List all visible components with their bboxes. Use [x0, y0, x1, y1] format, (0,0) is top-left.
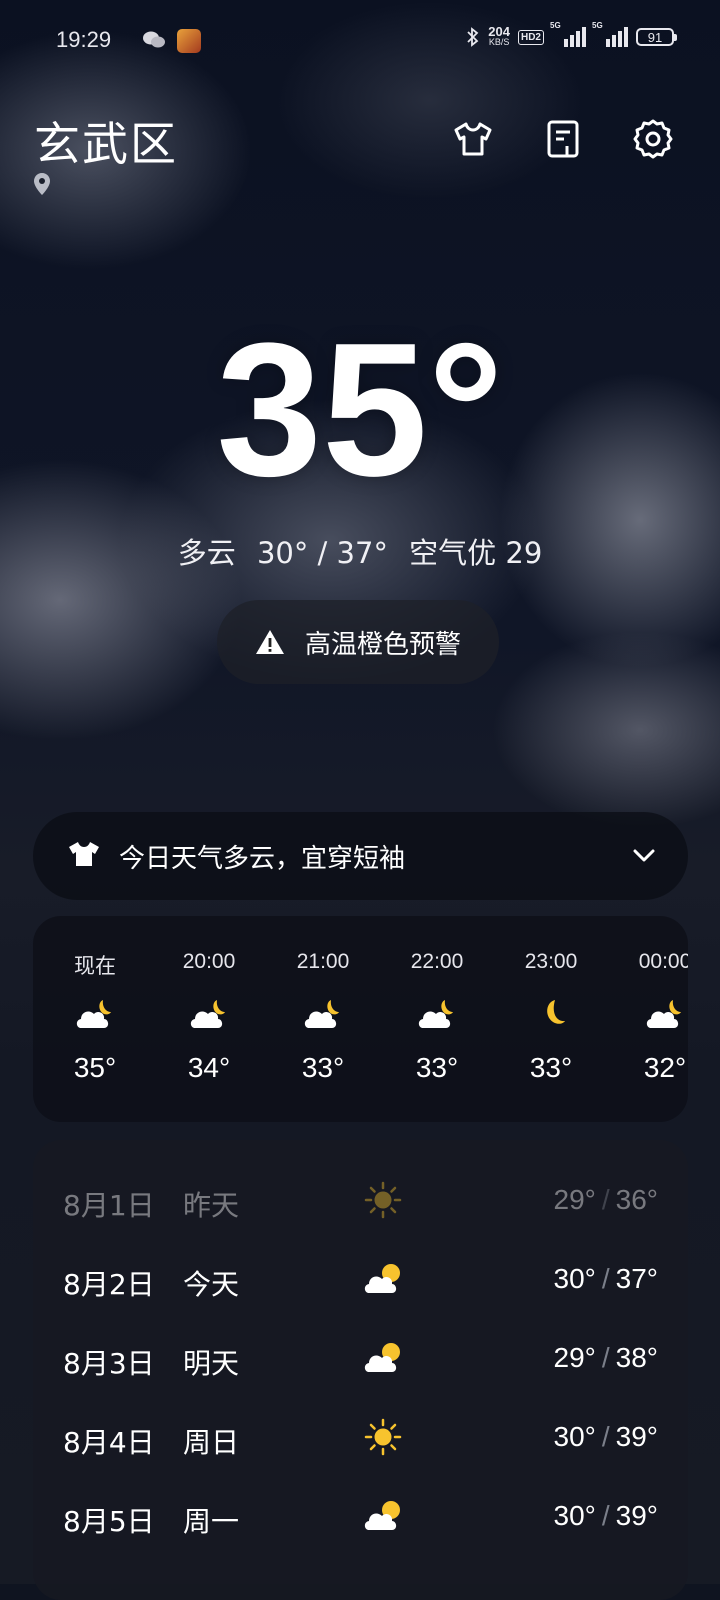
header-actions [452, 118, 674, 160]
partly-cloudy-night-icon [73, 994, 117, 1034]
hour-temp: 32° [643, 1052, 687, 1083]
sun-icon [361, 1180, 405, 1220]
day-name: 周日 [183, 1426, 240, 1459]
partly-cloudy-icon [361, 1496, 405, 1536]
weather-alert-button[interactable]: 高温橙色预警 [217, 600, 499, 684]
hour-temp: 34° [187, 1052, 231, 1083]
partly-cloudy-night-icon [415, 994, 459, 1034]
partly-cloudy-night-icon [643, 994, 687, 1034]
status-time: 19:29 [56, 27, 112, 52]
warning-icon [255, 630, 284, 654]
partly-cloudy-icon [361, 1259, 405, 1299]
temp-range-text: 30° / 37° [256, 536, 388, 570]
day-high: 37° [615, 1263, 658, 1294]
daily-row[interactable]: 8月5日 周一 30°/39° [33, 1476, 688, 1556]
hour-temp: 33° [301, 1052, 345, 1083]
day-low: 30° [553, 1421, 596, 1452]
hour-time: 22:00 [410, 950, 464, 973]
daily-forecast[interactable]: 8月1日 昨天 29°/36° 8月2日 今天 30°/37° 8月3日 明天 29°/38° 8… [33, 1140, 688, 1600]
condition-text: 多云 [177, 536, 236, 570]
sun-icon [361, 1417, 405, 1457]
chevron-down-icon[interactable] [630, 841, 658, 869]
partly-cloudy-icon [361, 1338, 405, 1378]
daily-row[interactable]: 8月4日 周日 30°/39° [33, 1397, 688, 1477]
day-temp-range: 30°/39° [554, 1421, 658, 1453]
range-separator: / [601, 1184, 610, 1215]
hd-voice-badge: HD2 [517, 29, 544, 45]
day-low: 29° [553, 1184, 596, 1215]
partly-cloudy-night-icon [301, 994, 345, 1034]
hour-time: 00:00 [638, 950, 688, 973]
day-name: 今天 [183, 1268, 240, 1301]
current-temperature: 35° [216, 304, 504, 516]
daily-row[interactable]: 8月1日 昨天 29°/36° [33, 1160, 688, 1240]
bluetooth-icon [467, 27, 479, 47]
network-speed: 204 KB/S [488, 24, 510, 47]
day-date: 8月4日 [63, 1426, 155, 1459]
hour-time: 21:00 [296, 950, 350, 973]
range-separator: / [601, 1421, 610, 1452]
day-low: 30° [553, 1263, 596, 1294]
signal-5g-icon-2: 5G [592, 21, 628, 47]
hour-time: 23:00 [524, 950, 578, 973]
day-high: 39° [615, 1500, 658, 1531]
shirt-icon[interactable] [452, 118, 494, 160]
daily-row[interactable]: 8月3日 明天 29°/38° [33, 1318, 688, 1398]
status-indicators: 204 KB/S HD2 5G 5G 91 [466, 21, 677, 48]
battery-icon: 91 [636, 28, 677, 46]
notebook-icon[interactable] [542, 118, 584, 160]
hour-temp: 33° [529, 1052, 573, 1083]
day-name: 周一 [183, 1505, 240, 1538]
hourly-forecast[interactable]: 现在 35° 20:00 34° 21:00 33° 22:00 33° 23:00 33° 00:… [33, 916, 688, 1122]
day-high: 36° [615, 1184, 658, 1215]
moon-icon [529, 994, 573, 1034]
day-name: 明天 [183, 1347, 240, 1380]
day-temp-range: 29°/36° [554, 1184, 658, 1216]
day-temp-range: 30°/37° [554, 1263, 658, 1295]
alert-label: 高温橙色预警 [304, 629, 461, 660]
range-separator: / [601, 1500, 610, 1531]
day-name: 昨天 [183, 1189, 240, 1222]
day-temp-range: 29°/38° [554, 1342, 658, 1374]
day-date: 8月5日 [63, 1505, 155, 1538]
air-quality-text: 空气优 29 [409, 536, 543, 570]
day-temp-range: 30°/39° [554, 1500, 658, 1532]
dressing-advice-text: 今日天气多云，宜穿短袖 [119, 844, 406, 874]
day-low: 30° [553, 1500, 596, 1531]
hour-time: 20:00 [182, 950, 236, 973]
hour-temp: 35° [73, 1052, 117, 1083]
location-pin-icon [33, 172, 51, 200]
day-high: 39° [615, 1421, 658, 1452]
day-date: 8月3日 [63, 1347, 155, 1380]
game-app-notification-icon [177, 29, 201, 53]
hour-temp: 33° [415, 1052, 459, 1083]
range-separator: / [601, 1263, 610, 1294]
weather-summary[interactable]: 多云 30° / 37° 空气优 29 [0, 530, 720, 572]
daily-row[interactable]: 8月2日 今天 30°/37° [33, 1239, 688, 1319]
day-date: 8月2日 [63, 1268, 155, 1301]
gear-icon[interactable] [632, 118, 674, 160]
shirt-icon [69, 842, 99, 866]
hour-time: 现在 [74, 955, 116, 978]
wechat-notification-icon [142, 30, 166, 54]
day-high: 38° [615, 1342, 658, 1373]
dressing-advice-bar[interactable]: 今日天气多云，宜穿短袖 [33, 812, 688, 900]
day-date: 8月1日 [63, 1189, 155, 1222]
partly-cloudy-night-icon [187, 994, 231, 1034]
range-separator: / [601, 1342, 610, 1373]
signal-5g-icon-1: 5G [550, 21, 586, 47]
day-low: 29° [553, 1342, 596, 1373]
city-name[interactable]: 玄武区 [34, 108, 178, 174]
